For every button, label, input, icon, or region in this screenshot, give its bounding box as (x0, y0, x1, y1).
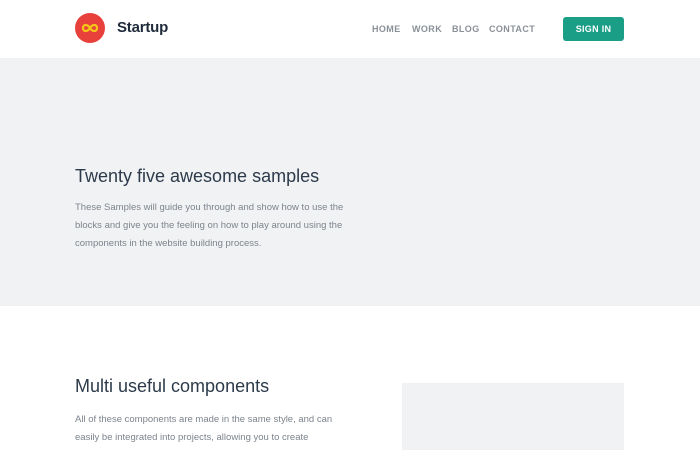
hero-title: Twenty five awesome samples (75, 166, 320, 186)
sign-in-button[interactable]: SIGN IN (563, 17, 624, 41)
hero-description: These Samples will guide you through and… (75, 202, 344, 249)
nav-work[interactable]: WORK (412, 23, 442, 35)
nav-blog[interactable]: BLOG (452, 23, 480, 35)
nav-home[interactable]: HOME (372, 23, 401, 35)
components-image-placeholder (402, 383, 624, 450)
components-description: All of these components are made in the … (75, 414, 333, 443)
brand-name[interactable]: Startup (117, 19, 168, 37)
infinity-icon[interactable] (75, 13, 105, 43)
nav-contact[interactable]: CONTACT (489, 23, 535, 35)
site-header: Startup HOME WORK BLOG CONTACT SIGN IN (0, 0, 700, 58)
components-title: Multi useful components (75, 376, 270, 396)
